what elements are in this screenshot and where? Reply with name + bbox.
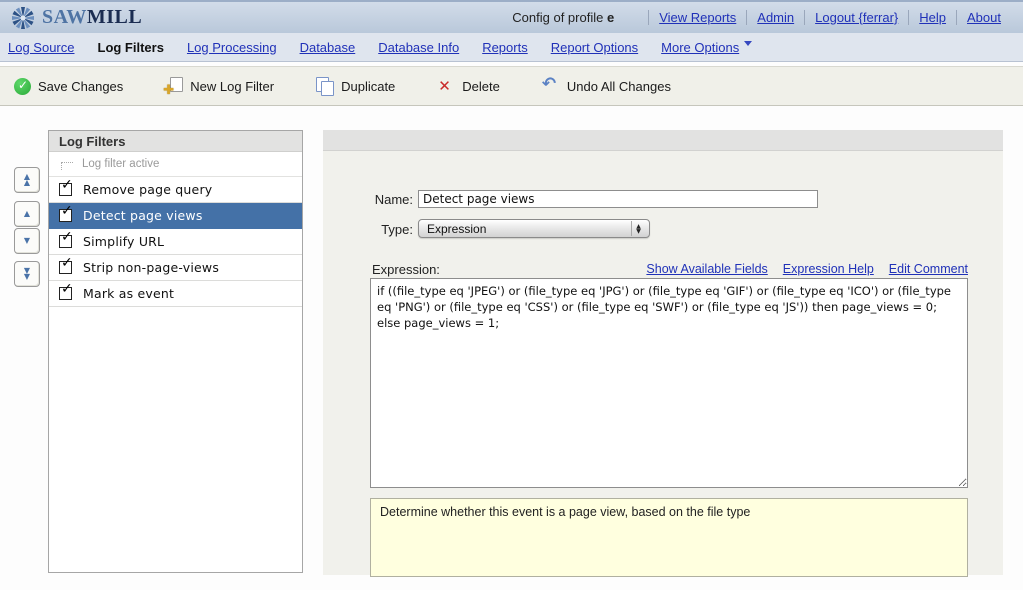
edit-comment-link[interactable]: Edit Comment	[889, 262, 968, 276]
move-up-button[interactable]	[14, 201, 40, 227]
nav-item-database[interactable]: Database	[300, 40, 356, 55]
filter-checkbox[interactable]	[59, 261, 72, 274]
config-profile-title: Config of profile e	[512, 10, 614, 25]
log-filter-label: Detect page views	[83, 208, 203, 223]
toolbar: Save Changes New Log Filter Duplicate De…	[0, 66, 1023, 106]
filter-checkbox[interactable]	[59, 235, 72, 248]
undo-all-changes-label: Undo All Changes	[567, 79, 671, 94]
logo-saw: SAW	[42, 6, 87, 28]
name-label: Name:	[323, 192, 413, 207]
about-link[interactable]: About	[956, 10, 1011, 25]
sawmill-burst-icon	[10, 5, 36, 31]
nav-item-database-info[interactable]: Database Info	[378, 40, 459, 55]
move-down-button[interactable]	[14, 228, 40, 254]
logo-text: SAWMILL	[42, 6, 142, 29]
log-filter-row[interactable]: Remove page query	[49, 177, 302, 203]
log-filter-row[interactable]: Detect page views	[49, 203, 302, 229]
tree-dotted-icon	[61, 162, 73, 170]
editor-body: Name: Type: Expression ▲▼ Expression: Sh…	[323, 151, 1003, 575]
nav-item-reports[interactable]: Reports	[482, 40, 528, 55]
topbar: SAWMILL Config of profile e View Reports…	[0, 0, 1023, 33]
topbar-links: View Reports Admin Logout {ferrar} Help …	[648, 10, 1011, 25]
select-stepper-icon: ▲▼	[631, 221, 645, 236]
nav-item-log-filters[interactable]: Log Filters	[98, 40, 164, 55]
log-filter-label: Strip non-page-views	[83, 260, 219, 275]
type-select-value: Expression	[427, 222, 486, 236]
view-reports-link[interactable]: View Reports	[649, 10, 746, 25]
expression-label: Expression:	[372, 262, 440, 277]
expression-links: Show Available Fields Expression Help Ed…	[646, 262, 968, 276]
type-label: Type:	[323, 222, 413, 237]
new-log-filter-button[interactable]: New Log Filter	[165, 77, 274, 95]
undo-all-changes-button[interactable]: Undo All Changes	[542, 77, 671, 95]
log-filter-active-label: Log filter active	[82, 158, 159, 170]
new-plus-icon	[165, 77, 183, 95]
save-changes-button[interactable]: Save Changes	[14, 78, 123, 95]
duplicate-pages-icon	[316, 77, 334, 95]
show-available-fields-link[interactable]: Show Available Fields	[646, 262, 767, 276]
log-filter-label: Remove page query	[83, 182, 212, 197]
nav-item-log-processing[interactable]: Log Processing	[187, 40, 277, 55]
nav-item-log-source[interactable]: Log Source	[8, 40, 75, 55]
logout-link[interactable]: Logout {ferrar}	[804, 10, 908, 25]
duplicate-label: Duplicate	[341, 79, 395, 94]
log-filter-active-header: Log filter active	[49, 152, 302, 177]
delete-button[interactable]: Delete	[437, 77, 500, 95]
delete-x-icon	[437, 77, 455, 95]
nav-item-report-options[interactable]: Report Options	[551, 40, 638, 55]
filter-editor-panel: Name: Type: Expression ▲▼ Expression: Sh…	[323, 130, 1003, 575]
editor-panel-header	[323, 130, 1003, 151]
save-check-icon	[14, 78, 31, 95]
undo-arrow-icon	[542, 77, 560, 95]
duplicate-button[interactable]: Duplicate	[316, 77, 395, 95]
log-filters-panel-title: Log Filters	[49, 131, 302, 152]
nav-item-more-options[interactable]: More Options	[661, 40, 752, 55]
log-filter-row[interactable]: Mark as event	[49, 281, 302, 307]
log-filter-label: Mark as event	[83, 286, 174, 301]
name-input[interactable]	[418, 190, 818, 208]
save-changes-label: Save Changes	[38, 79, 123, 94]
filter-checkbox[interactable]	[59, 209, 72, 222]
move-to-top-button[interactable]	[14, 167, 40, 193]
logo-mill: MILL	[87, 6, 142, 28]
delete-label: Delete	[462, 79, 500, 94]
filter-checkbox[interactable]	[59, 183, 72, 196]
navbar: Log Source Log Filters Log Processing Da…	[0, 33, 1023, 62]
log-filter-row[interactable]: Strip non-page-views	[49, 255, 302, 281]
new-log-filter-label: New Log Filter	[190, 79, 274, 94]
config-profile-name: e	[607, 10, 614, 25]
move-to-bottom-button[interactable]	[14, 261, 40, 287]
expression-textarea[interactable]: if ((file_type eq 'JPEG') or (file_type …	[370, 278, 968, 488]
type-select[interactable]: Expression ▲▼	[418, 219, 650, 238]
admin-link[interactable]: Admin	[746, 10, 804, 25]
log-filters-panel: Log Filters Log filter active Remove pag…	[48, 130, 303, 573]
config-profile-prefix: Config of profile	[512, 10, 603, 25]
filter-checkbox[interactable]	[59, 287, 72, 300]
log-filter-row[interactable]: Simplify URL	[49, 229, 302, 255]
sawmill-logo: SAWMILL	[10, 5, 142, 31]
log-filter-label: Simplify URL	[83, 234, 164, 249]
comment-box: Determine whether this event is a page v…	[370, 498, 968, 577]
expression-help-link[interactable]: Expression Help	[783, 262, 874, 276]
help-link[interactable]: Help	[908, 10, 956, 25]
